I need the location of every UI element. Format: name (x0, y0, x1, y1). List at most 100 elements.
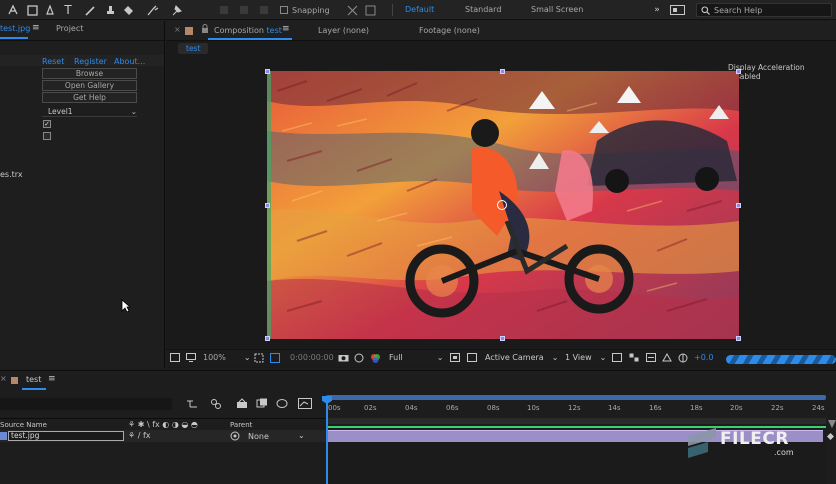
transform-handle-mid-right[interactable] (736, 203, 741, 208)
timeline-panel-menu-icon[interactable]: ≡ (48, 374, 56, 384)
transform-handle-bottom-right[interactable] (736, 336, 741, 341)
option-checkbox-checked[interactable]: ✓ (43, 120, 51, 128)
comp-mini-flowchart-icon[interactable] (186, 399, 198, 409)
register-link[interactable]: Register (74, 57, 107, 66)
tab-effect-controls[interactable]: test.jpg (0, 24, 30, 33)
flowchart-icon[interactable] (629, 353, 639, 362)
playhead-line[interactable] (326, 398, 328, 484)
transform-handle-mid-left[interactable] (265, 203, 270, 208)
roto-brush-tool-icon[interactable] (146, 3, 160, 17)
about-link[interactable]: About... (114, 57, 145, 66)
ruler-label-08s: 08s (487, 404, 500, 412)
transform-handle-bottom-left[interactable] (265, 336, 270, 341)
snap-options-icon[interactable] (346, 3, 358, 17)
tab-project[interactable]: Project (56, 24, 83, 33)
local-axis-icon[interactable] (218, 3, 230, 17)
timeline-close-icon[interactable]: × (0, 374, 7, 383)
graph-editor-icon[interactable] (298, 398, 312, 409)
anchor-point-icon[interactable] (497, 200, 507, 210)
ruler-label-24s: 24s (812, 404, 825, 412)
layer-name-field[interactable]: test.jpg (8, 431, 124, 441)
transform-handle-top-center[interactable] (500, 69, 505, 74)
get-help-button[interactable]: Get Help (42, 92, 137, 103)
resolution-dropdown[interactable]: Full ⌄ (389, 353, 443, 362)
search-help-field[interactable]: Search Help (696, 3, 832, 17)
clone-stamp-tool-icon[interactable] (104, 3, 116, 17)
view-axis-icon[interactable] (258, 3, 270, 17)
snapping-label: Snapping (292, 5, 330, 15)
option-checkbox-unchecked[interactable] (43, 132, 51, 140)
world-axis-icon[interactable] (238, 3, 250, 17)
close-tab-icon[interactable]: × (174, 25, 181, 34)
resolution-chevron-icon: ⌄ (436, 353, 444, 362)
color-channels-icon[interactable] (370, 353, 381, 364)
monitor-icon[interactable] (186, 353, 196, 362)
transform-handle-bottom-center[interactable] (500, 336, 505, 341)
zoom-dropdown[interactable]: 100% ⌄ (203, 353, 251, 362)
browse-button[interactable]: Browse (42, 68, 137, 79)
tab-footage[interactable]: Footage (none) (419, 26, 480, 35)
workspace-small-screen[interactable]: Small Screen (531, 5, 583, 14)
resolution-value: Full (389, 353, 403, 362)
frame-blending-icon[interactable] (256, 398, 268, 409)
workspace-standard[interactable]: Standard (465, 5, 501, 14)
current-time-display[interactable]: 0:00:00:00 (290, 353, 334, 362)
snap-edges-icon[interactable] (364, 3, 376, 17)
toggle-transparency-icon[interactable] (467, 353, 477, 362)
workspace-default[interactable]: Default (405, 5, 434, 14)
region-of-interest-icon[interactable] (254, 353, 264, 363)
pen-tool-icon[interactable] (44, 3, 56, 17)
timeline-icon[interactable] (646, 353, 656, 362)
comp-navigator-chip[interactable]: test (178, 43, 209, 54)
show-snapshot-icon[interactable] (354, 353, 364, 363)
comp-flowchart-icon[interactable] (662, 353, 672, 362)
puppet-pin-tool-icon[interactable] (170, 3, 182, 17)
chevron-right-icon[interactable]: » (652, 3, 662, 17)
type-tool-icon[interactable]: T (62, 3, 74, 17)
timeline-comp-color (11, 377, 18, 384)
comp-button-icon[interactable] (826, 432, 835, 441)
brush-tool-icon[interactable] (84, 3, 96, 17)
eraser-tool-icon[interactable] (122, 3, 134, 17)
time-navigator[interactable] (326, 395, 826, 400)
rotate-tool-icon[interactable] (6, 3, 20, 17)
transform-handle-top-left[interactable] (265, 69, 270, 74)
sync-settings-icon[interactable] (669, 3, 685, 17)
open-gallery-button[interactable]: Open Gallery (42, 80, 137, 91)
pixel-aspect-icon[interactable] (612, 353, 622, 362)
timeline-tab-test[interactable]: test (26, 375, 41, 384)
display-acceleration-label: Display Acceleration Disabled (728, 63, 805, 81)
fast-previews-icon[interactable] (450, 353, 460, 362)
watermark-suffix: .com (774, 448, 794, 457)
snapping-toggle[interactable]: Snapping (280, 3, 330, 17)
snapshot-camera-icon[interactable] (338, 353, 349, 362)
parent-pickwhip-icon[interactable] (230, 431, 240, 441)
transparency-grid-icon[interactable] (270, 353, 280, 363)
lock-icon[interactable] (201, 24, 209, 34)
tab-composition[interactable]: Composition test (214, 26, 282, 35)
exposure-value[interactable]: +0.0 (694, 353, 713, 362)
reset-link[interactable]: Reset (42, 57, 64, 66)
panel-menu-icon[interactable]: ≡ (32, 23, 40, 33)
view-layout-dropdown[interactable]: 1 View ⌄ (565, 353, 606, 362)
exposure-reset-icon[interactable] (678, 353, 688, 363)
camera-chevron-icon: ⌄ (551, 353, 559, 362)
parent-dropdown-value[interactable]: None (248, 432, 269, 441)
layer-switches-icons[interactable]: ⚘ / fx (128, 431, 151, 440)
tab-layer[interactable]: Layer (none) (318, 26, 369, 35)
workspace-divider (392, 4, 393, 16)
draft-3d-icon[interactable] (210, 398, 222, 410)
transform-handle-top-right[interactable] (736, 69, 741, 74)
tab-composition-prefix: Composition (214, 26, 264, 35)
comp-panel-menu-icon[interactable]: ≡ (282, 24, 290, 34)
work-area-bar[interactable] (326, 426, 826, 428)
timecode-search-field[interactable] (0, 398, 172, 410)
snapping-checkbox[interactable] (280, 6, 288, 14)
always-preview-icon[interactable] (170, 353, 180, 362)
level-dropdown[interactable]: Level1 ⌄ (42, 107, 137, 117)
shy-layers-icon[interactable] (236, 398, 248, 409)
camera-view-dropdown[interactable]: Active Camera ⌄ (485, 353, 558, 362)
rectangle-tool-icon[interactable] (26, 3, 38, 17)
motion-blur-icon[interactable] (276, 398, 288, 409)
time-navigator-range[interactable] (326, 395, 826, 400)
